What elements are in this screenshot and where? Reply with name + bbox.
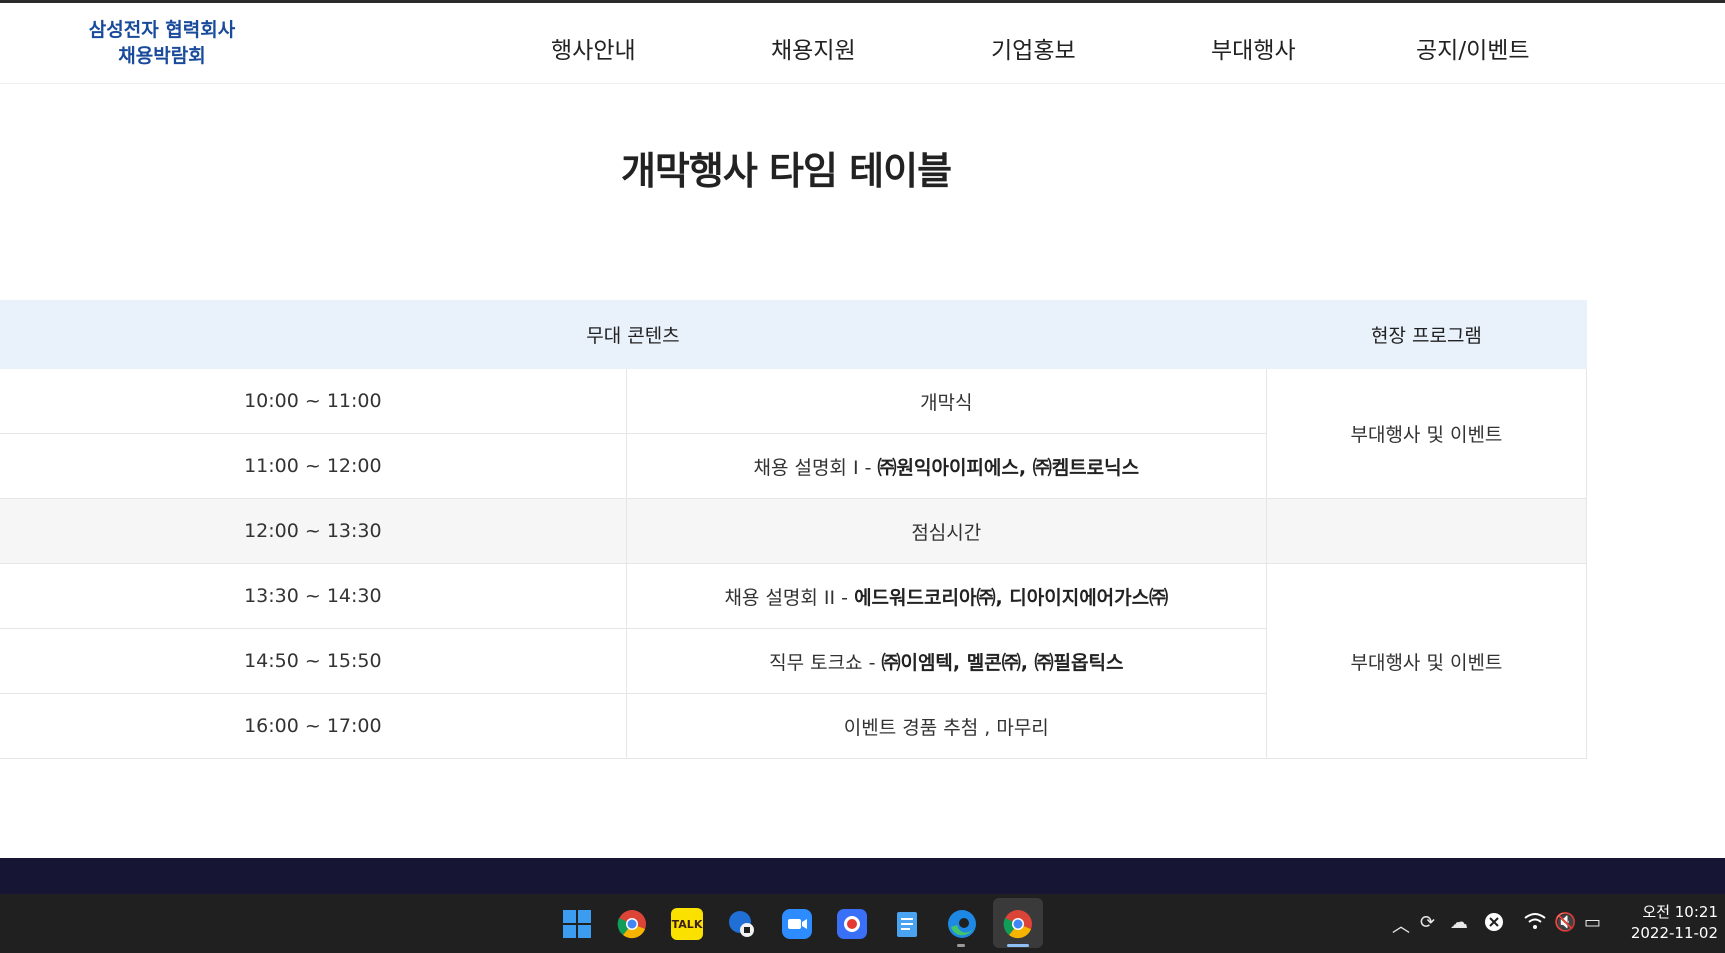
close-circle-icon[interactable] bbox=[1484, 912, 1504, 937]
time-cell: 14:50 ~ 15:50 bbox=[0, 628, 627, 694]
kakaotalk-label: TALK bbox=[671, 917, 703, 931]
nav-side-events[interactable]: 부대행사 bbox=[1211, 31, 1296, 65]
content-text: 개막식 bbox=[920, 391, 973, 414]
content-cell: 이벤트 경품 추첨 , 마무리 bbox=[626, 693, 1267, 759]
kakaotalk-icon[interactable]: TALK bbox=[671, 908, 703, 940]
program-cell-afternoon: 부대행사 및 이벤트 bbox=[1266, 563, 1588, 759]
clock-time: 오전 10:21 bbox=[1642, 903, 1718, 921]
notepad-icon[interactable] bbox=[891, 908, 923, 940]
screen-recorder-icon[interactable] bbox=[836, 908, 868, 940]
content-text: 점심시간 bbox=[911, 521, 982, 544]
chrome-icon[interactable] bbox=[616, 908, 648, 940]
sync-icon[interactable]: ⟳ bbox=[1420, 912, 1435, 933]
content-text: 채용 설명회 II - bbox=[724, 586, 855, 609]
nav-notice-events[interactable]: 공지/이벤트 bbox=[1416, 31, 1530, 65]
chevron-up-icon[interactable]: ︿ bbox=[1392, 912, 1410, 938]
site-header: 삼성전자 협력회사 채용박람회 행사안내 채용지원 기업홍보 부대행사 공지/이… bbox=[0, 3, 1725, 84]
nav-recruitment[interactable]: 채용지원 bbox=[771, 31, 856, 65]
nav-event-info[interactable]: 행사안내 bbox=[551, 31, 636, 65]
table-row-lunch: 12:00 ~ 13:30 점심시간 bbox=[0, 498, 1588, 564]
content-text: 채용 설명회 I - bbox=[753, 456, 878, 479]
edge-running-indicator bbox=[957, 944, 965, 947]
program-cell-lunch bbox=[1266, 498, 1588, 564]
content-cell: 직무 토크쇼 - ㈜이엠텍, 멜콘㈜, ㈜필옵틱스 bbox=[626, 628, 1267, 694]
time-cell: 16:00 ~ 17:00 bbox=[0, 693, 627, 759]
chrome-active-icon[interactable] bbox=[1002, 908, 1034, 940]
content-text: 이벤트 경품 추첨 , 마무리 bbox=[843, 716, 1049, 739]
content-companies: ㈜이엠텍, 멜콘㈜, ㈜필옵틱스 bbox=[881, 651, 1124, 674]
header-stage-content: 무대 콘텐츠 bbox=[0, 300, 1267, 369]
content-cell: 개막식 bbox=[626, 369, 1267, 434]
table-row: 13:30 ~ 14:30 채용 설명회 II - 에드워드코리아㈜, 디아이지… bbox=[0, 563, 1588, 759]
site-footer bbox=[0, 858, 1725, 894]
edge-icon[interactable] bbox=[946, 908, 978, 940]
chrome-active-indicator bbox=[1007, 944, 1029, 947]
logo-line-1: 삼성전자 협력회사 bbox=[88, 19, 236, 41]
messenger-icon[interactable] bbox=[726, 908, 758, 940]
battery-icon[interactable]: ▭ bbox=[1584, 912, 1601, 933]
table-row: 10:00 ~ 11:00 개막식 부대행사 및 이벤트 bbox=[0, 369, 1588, 499]
windows-start-icon[interactable] bbox=[561, 908, 593, 940]
volume-muted-icon[interactable]: 🔇 bbox=[1554, 912, 1576, 933]
time-cell: 13:30 ~ 14:30 bbox=[0, 563, 627, 629]
clock-date: 2022-11-02 bbox=[1630, 924, 1718, 942]
windows-taskbar: TALK ︿ ⟳ ☁ 🔇 ▭ 오전 10:21 2022-11-02 bbox=[0, 894, 1725, 953]
system-clock[interactable]: 오전 10:21 2022-11-02 bbox=[1620, 902, 1718, 944]
page-title: 개막행사 타임 테이블 bbox=[620, 149, 952, 193]
time-cell: 11:00 ~ 12:00 bbox=[0, 433, 627, 499]
program-cell-morning: 부대행사 및 이벤트 bbox=[1266, 369, 1588, 499]
content-text: 직무 토크쇼 - bbox=[769, 651, 882, 674]
content-cell: 채용 설명회 I - ㈜원익아이피에스, ㈜켐트로닉스 bbox=[626, 433, 1267, 499]
time-cell: 10:00 ~ 11:00 bbox=[0, 369, 627, 434]
content-companies: ㈜원익아이피에스, ㈜켐트로닉스 bbox=[877, 456, 1140, 479]
time-cell: 12:00 ~ 13:30 bbox=[0, 498, 627, 564]
timetable: 무대 콘텐츠 현장 프로그램 10:00 ~ 11:00 개막식 부대행사 및 … bbox=[0, 300, 1588, 759]
wifi-icon[interactable] bbox=[1524, 912, 1546, 935]
nav-company-promo[interactable]: 기업홍보 bbox=[991, 31, 1076, 65]
site-logo[interactable]: 삼성전자 협력회사 채용박람회 bbox=[72, 17, 252, 69]
content-cell: 채용 설명회 II - 에드워드코리아㈜, 디아이지에어가스㈜ bbox=[626, 563, 1267, 629]
content-companies: 에드워드코리아㈜, 디아이지에어가스㈜ bbox=[854, 586, 1169, 609]
logo-line-2: 채용박람회 bbox=[118, 45, 206, 67]
zoom-icon[interactable] bbox=[781, 908, 813, 940]
header-onsite-program: 현장 프로그램 bbox=[1266, 300, 1588, 369]
cloud-off-icon[interactable]: ☁ bbox=[1450, 912, 1468, 933]
content-cell: 점심시간 bbox=[626, 498, 1267, 564]
